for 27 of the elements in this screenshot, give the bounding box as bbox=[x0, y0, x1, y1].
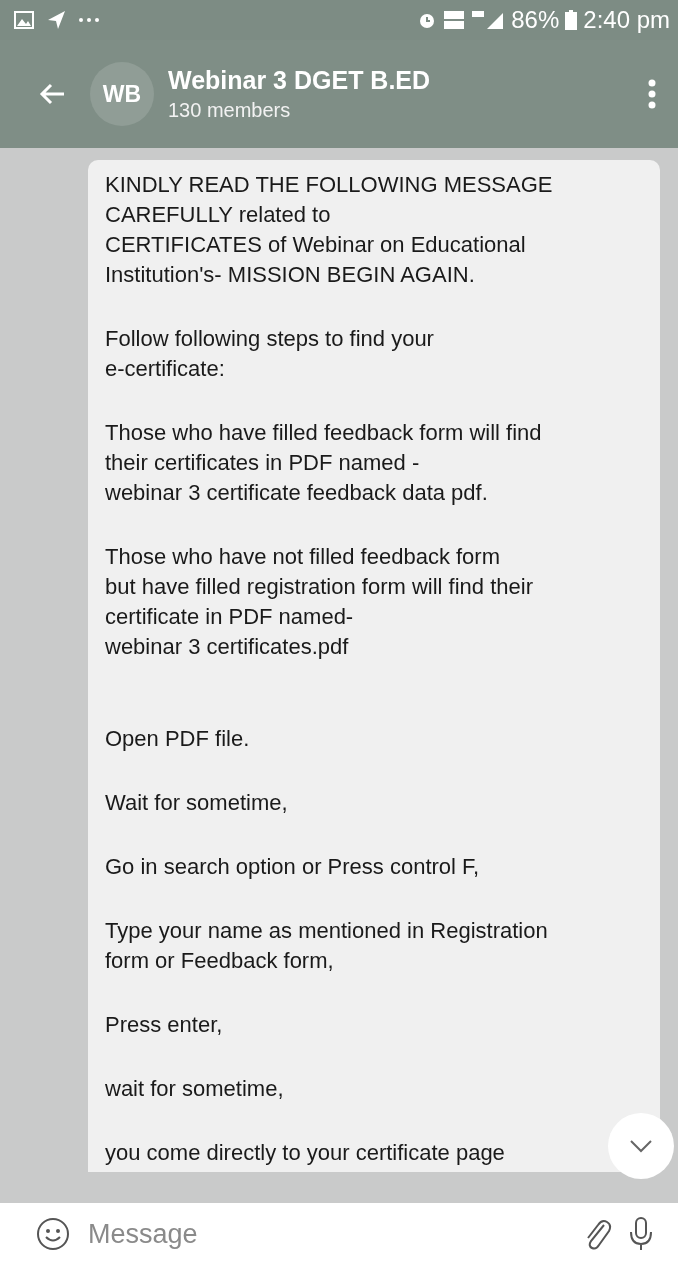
group-avatar[interactable]: WB bbox=[90, 62, 154, 126]
more-icon bbox=[78, 17, 100, 23]
message-paragraph: Press enter, bbox=[105, 1011, 223, 1039]
emoji-icon[interactable] bbox=[36, 1217, 70, 1251]
menu-icon[interactable] bbox=[648, 79, 656, 109]
battery-icon bbox=[565, 10, 578, 30]
back-arrow-icon[interactable] bbox=[38, 82, 66, 106]
message-paragraph: Wait for sometime, bbox=[105, 789, 288, 817]
message-paragraph: Those who have not filled feedback form but have filled registration form will find their certificate in PDF named- webinar 3 certificates.pdf bbox=[105, 543, 533, 661]
clock-time: 2:40 pm bbox=[583, 6, 670, 34]
message-paragraph: Open PDF file. bbox=[105, 725, 250, 753]
message-input-field[interactable]: Message bbox=[86, 1217, 566, 1251]
microphone-icon[interactable] bbox=[628, 1216, 654, 1252]
message-paragraph: Type your name as mentioned in Registration form or Feedback form, bbox=[105, 917, 548, 975]
signal-icon bbox=[471, 9, 506, 31]
member-count: 130 members bbox=[168, 99, 292, 122]
message-paragraph: Follow following steps to find your e-certificate: bbox=[105, 325, 434, 383]
chevron-down-icon bbox=[629, 1139, 653, 1153]
message-paragraph: Those who have filled feedback form will find their certificates in PDF named - webinar 3 certificate feedback data pdf. bbox=[105, 419, 542, 507]
message-paragraph: you come directly to your certificate page bbox=[105, 1139, 505, 1167]
message-paragraph: wait for sometime, bbox=[105, 1075, 284, 1103]
message-paragraph: Go in search option or Press control F, bbox=[105, 853, 480, 881]
battery-percentage: 86% bbox=[511, 6, 560, 34]
image-icon bbox=[14, 11, 34, 29]
message-paragraph: KINDLY READ THE FOLLOWING MESSAGE CAREFULLY related to CERTIFICATES of Webinar on Educational Institution's- MISSION BEGIN AGAIN. bbox=[105, 171, 553, 289]
send-icon bbox=[46, 10, 66, 30]
chat-title[interactable]: Webinar 3 DGET B.ED bbox=[168, 66, 648, 95]
